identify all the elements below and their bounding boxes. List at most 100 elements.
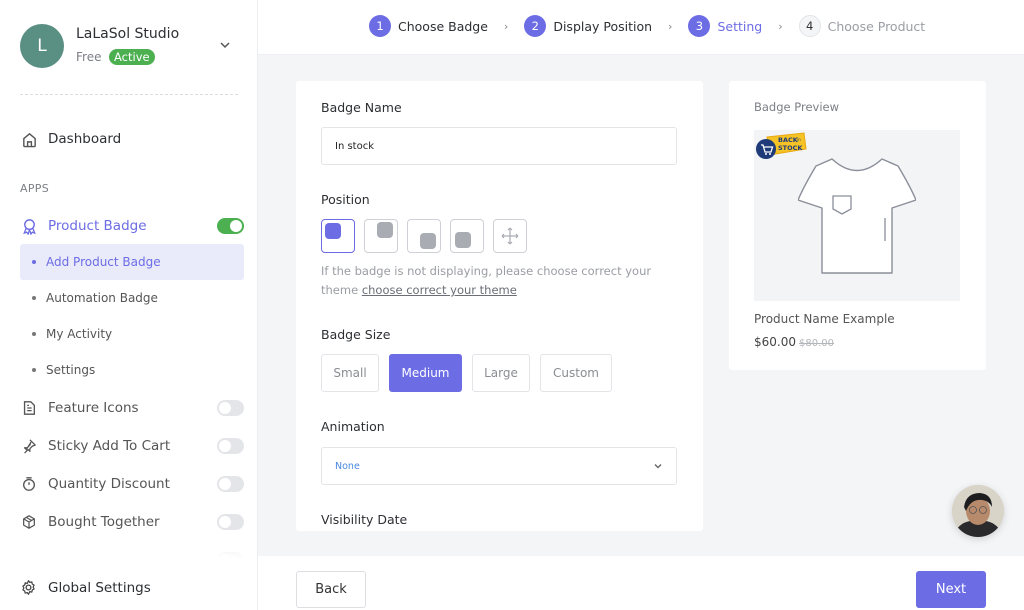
status-badge: Active: [109, 49, 155, 65]
settings-form: Badge Name In stock Position If the badg…: [296, 81, 703, 531]
size-medium-button[interactable]: Medium: [389, 354, 462, 392]
stopwatch-icon: [20, 475, 38, 493]
gear-icon: [20, 579, 38, 597]
sidebar-item-label: Quantity Discount: [48, 476, 170, 492]
stepper-bar: 1 Choose Badge › 2 Display Position › 3 …: [258, 0, 1024, 55]
position-bottom-left[interactable]: [450, 219, 484, 253]
feature-icons-toggle[interactable]: [217, 400, 244, 416]
sidebar-subitem-settings[interactable]: Settings: [20, 352, 244, 388]
position-bottom-right[interactable]: [407, 219, 441, 253]
pin-icon: [20, 437, 38, 455]
original-price: $80.00: [799, 338, 834, 349]
sticky-add-to-cart-toggle[interactable]: [217, 438, 244, 454]
package-icon: [20, 513, 38, 531]
position-top-right[interactable]: [364, 219, 398, 253]
badge-name-label: Badge Name: [321, 100, 402, 115]
badge-text-in: in: [797, 137, 801, 142]
sidebar: L LaLaSol Studio Free Active Dashboard A…: [0, 0, 258, 610]
animation-select[interactable]: None: [321, 447, 677, 485]
sidebar-item-quantity-discount[interactable]: Quantity Discount: [20, 469, 244, 499]
product-name: Product Name Example: [754, 312, 895, 326]
visibility-date-label: Visibility Date: [321, 512, 408, 527]
store-avatar: L: [20, 24, 64, 68]
quantity-discount-toggle[interactable]: [217, 476, 244, 492]
position-label: Position: [321, 192, 370, 207]
position-marker: [455, 232, 471, 248]
step-label: Choose Badge: [398, 18, 488, 34]
sidebar-item-sticky-add-to-cart[interactable]: Sticky Add To Cart: [20, 431, 244, 461]
size-large-button[interactable]: Large: [472, 354, 530, 392]
position-marker: [420, 233, 436, 249]
position-options: [321, 219, 536, 253]
chevron-right-icon: ›: [503, 19, 509, 33]
sidebar-item-product-badge[interactable]: Product Badge: [20, 211, 244, 241]
step-setting[interactable]: 3 Setting: [688, 15, 762, 37]
sidebar-subitem-automation-badge[interactable]: Automation Badge: [20, 280, 244, 316]
sidebar-item-label: Bought Together: [48, 514, 160, 530]
chevron-right-icon: ›: [778, 19, 783, 33]
sidebar-item-feature-icons[interactable]: Feature Icons: [20, 393, 244, 423]
badge-text-stock: STOCK: [778, 144, 803, 152]
move-arrows-icon: [501, 227, 519, 245]
sidebar-item-label: Product Badge: [48, 218, 147, 234]
bullet-icon: [32, 332, 36, 336]
size-custom-button[interactable]: Custom: [540, 354, 612, 392]
step-choose-product[interactable]: 4 Choose Product: [798, 15, 926, 37]
preview-title: Badge Preview: [754, 100, 840, 114]
size-small-button[interactable]: Small: [321, 354, 379, 392]
step-display-position[interactable]: 2 Display Position: [524, 15, 652, 37]
chevron-down-icon: [654, 464, 662, 469]
sidebar-item-bought-together[interactable]: Bought Together: [20, 507, 244, 537]
badge-name-input[interactable]: In stock: [321, 127, 677, 165]
product-badge-toggle[interactable]: [217, 218, 244, 234]
support-chat-avatar[interactable]: [952, 485, 1004, 537]
person-photo-icon: [952, 485, 1004, 537]
step-number: 2: [524, 15, 547, 37]
sidebar-subitem-add-product-badge[interactable]: Add Product Badge: [20, 244, 244, 280]
position-top-left[interactable]: [321, 219, 355, 253]
tshirt-illustration: [798, 158, 916, 274]
sidebar-subitem-label: Settings: [46, 363, 96, 377]
sidebar-item-label: Global Settings: [48, 580, 151, 596]
sidebar-subitem-my-activity[interactable]: My Activity: [20, 316, 244, 352]
position-marker: [325, 223, 341, 239]
chevron-right-icon: ›: [668, 19, 673, 33]
product-image: BACK in STOCK: [754, 130, 960, 301]
badge-preview-card: Badge Preview BACK in STOCK Product Name…: [729, 81, 986, 370]
position-marker: [377, 222, 393, 238]
sidebar-item-label: Sticky Add To Cart: [48, 438, 171, 454]
position-free-move[interactable]: [493, 219, 527, 253]
footer-bar: Back Next: [258, 556, 1024, 610]
bullet-icon: [32, 260, 36, 264]
animation-value: None: [335, 460, 360, 472]
sale-price: $60.00: [754, 335, 796, 349]
scroll-fade: [0, 540, 257, 570]
step-choose-badge[interactable]: 1 Choose Badge: [369, 15, 488, 37]
store-name: LaLaSol Studio: [76, 26, 180, 42]
theme-hint: If the badge is not displaying, please c…: [321, 262, 661, 300]
step-label: Setting: [717, 18, 763, 34]
sidebar-subitem-label: Add Product Badge: [46, 255, 161, 269]
plan-label: Free: [76, 50, 102, 64]
step-label: Choose Product: [827, 18, 926, 34]
animation-label: Animation: [321, 419, 385, 434]
product-price: $60.00 $80.00: [754, 335, 834, 349]
sidebar-item-global-settings[interactable]: Global Settings: [20, 579, 151, 597]
sidebar-subitem-label: My Activity: [46, 327, 113, 341]
step-number: 3: [688, 15, 711, 37]
sidebar-item-dashboard[interactable]: Dashboard: [20, 124, 244, 154]
step-number: 1: [369, 15, 391, 37]
sidebar-item-label: Dashboard: [48, 131, 122, 147]
badge-text-back: BACK: [778, 136, 799, 144]
sidebar-subitem-label: Automation Badge: [46, 291, 158, 305]
step-label: Display Position: [553, 18, 653, 34]
bought-together-toggle[interactable]: [217, 514, 244, 530]
document-icon: [20, 399, 38, 417]
back-button[interactable]: Back: [296, 571, 366, 608]
next-button[interactable]: Next: [916, 571, 986, 608]
store-switcher[interactable]: L LaLaSol Studio Free Active: [20, 24, 240, 70]
chevron-down-icon[interactable]: [218, 38, 232, 52]
back-in-stock-badge: BACK in STOCK: [756, 132, 807, 159]
choose-theme-link[interactable]: choose correct your theme: [362, 283, 517, 297]
bullet-icon: [32, 296, 36, 300]
